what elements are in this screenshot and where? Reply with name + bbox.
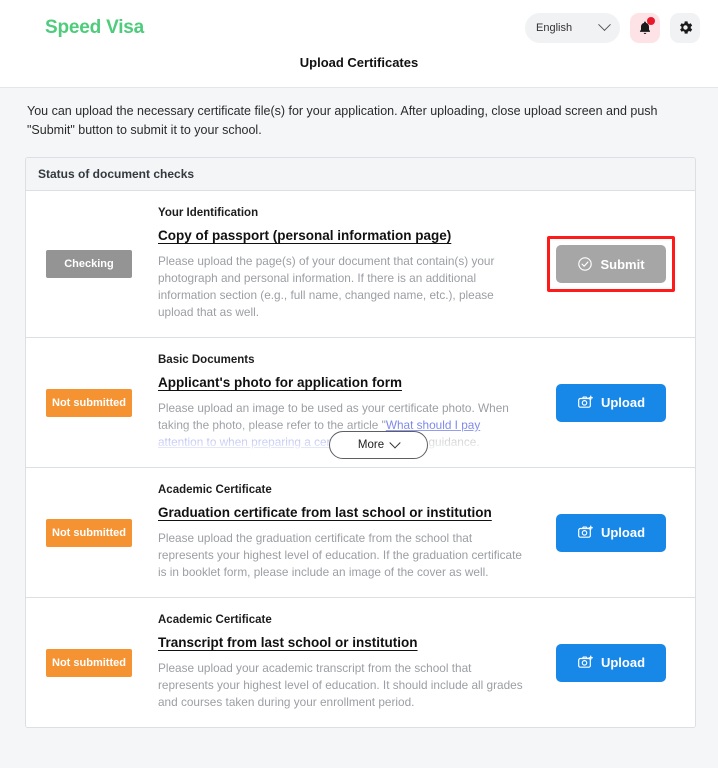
app-header: Speed Visa English	[0, 0, 718, 55]
document-info: Your Identification Copy of passport (per…	[158, 207, 541, 321]
document-description: Please upload the graduation certificate…	[158, 531, 522, 579]
document-status-card: Status of document checks Checking Your I…	[25, 157, 696, 728]
language-selector-value: English	[536, 21, 573, 34]
document-info: Academic Certificate Transcript from last…	[158, 614, 541, 711]
document-category: Your Identification	[158, 207, 259, 219]
check-circle-icon	[577, 256, 593, 272]
notification-badge-dot	[647, 16, 655, 25]
submit-button-label: Submit	[600, 256, 645, 272]
status-column: Not submitted	[46, 354, 158, 451]
camera-plus-icon	[577, 654, 594, 671]
upload-button-label: Upload	[600, 395, 646, 410]
gear-icon	[679, 21, 692, 34]
camera-plus-icon	[577, 394, 594, 411]
check-circle-icon	[578, 257, 593, 271]
chevron-down-icon	[389, 437, 401, 449]
intro-text: You can upload the necessary certificate…	[27, 104, 658, 137]
action-column: Upload	[541, 614, 681, 711]
table-row: Not submitted Academic Certificate Transcr…	[26, 598, 695, 727]
camera-plus-icon	[578, 525, 593, 538]
status-badge: Not submitted	[46, 388, 132, 417]
chevron-down-icon	[598, 18, 611, 32]
more-button-label: More	[357, 439, 385, 451]
camera-plus-icon	[578, 395, 593, 408]
camera-plus-icon	[577, 524, 594, 541]
table-row: Not submitted Academic Certificate Graduat…	[26, 468, 695, 598]
table-row: Not submitted Basic Documents Applicant's …	[26, 338, 695, 468]
upload-button[interactable]: Upload	[556, 513, 666, 552]
document-rows: Checking Your Identification Copy of passp…	[26, 191, 695, 727]
settings-button[interactable]	[670, 12, 700, 43]
card-header-title: Status of document checks	[26, 158, 695, 191]
table-row: Checking Your Identification Copy of passp…	[26, 191, 695, 338]
submit-button[interactable]: Submit	[556, 245, 666, 283]
document-description: Please upload your academic transcript f…	[158, 661, 523, 709]
brand-logo: Speed Visa	[45, 16, 145, 38]
upload-button-label: Upload	[600, 525, 646, 540]
upload-button[interactable]: Upload	[556, 383, 666, 422]
camera-plus-icon	[578, 655, 593, 668]
document-title-link[interactable]: Applicant's photo for application form	[158, 375, 402, 390]
header-actions: English	[525, 12, 700, 43]
page-title-bar: Upload Certificates	[0, 55, 718, 88]
document-info: Academic Certificate Graduation certifica…	[158, 484, 541, 581]
document-title-link[interactable]: Graduation certificate from last school …	[158, 505, 492, 520]
document-title-link[interactable]: Transcript from last school or instituti…	[158, 635, 418, 650]
action-column: Upload	[541, 484, 681, 581]
status-column: Checking	[46, 207, 158, 321]
page-title: Upload Certificates	[299, 55, 419, 70]
upload-button-label: Upload	[600, 655, 646, 670]
upload-button[interactable]: Upload	[556, 643, 666, 682]
status-badge: Not submitted	[46, 648, 132, 677]
more-button[interactable]: More	[329, 431, 428, 459]
document-category: Academic Certificate	[158, 484, 272, 496]
document-description: Please upload the page(s) of your docume…	[158, 254, 495, 319]
action-column: Submit	[541, 207, 681, 321]
document-category: Academic Certificate	[158, 614, 272, 626]
action-column: Upload	[541, 354, 681, 451]
status-badge: Not submitted	[46, 518, 132, 547]
status-column: Not submitted	[46, 484, 158, 581]
document-title-link[interactable]: Copy of passport (personal information p…	[158, 228, 451, 243]
submit-button-highlight: Submit	[547, 236, 675, 292]
notifications-button[interactable]	[630, 12, 660, 43]
language-selector[interactable]: English	[525, 12, 620, 43]
status-column: Not submitted	[46, 614, 158, 711]
status-badge: Checking	[46, 250, 132, 278]
document-category: Basic Documents	[158, 354, 255, 366]
